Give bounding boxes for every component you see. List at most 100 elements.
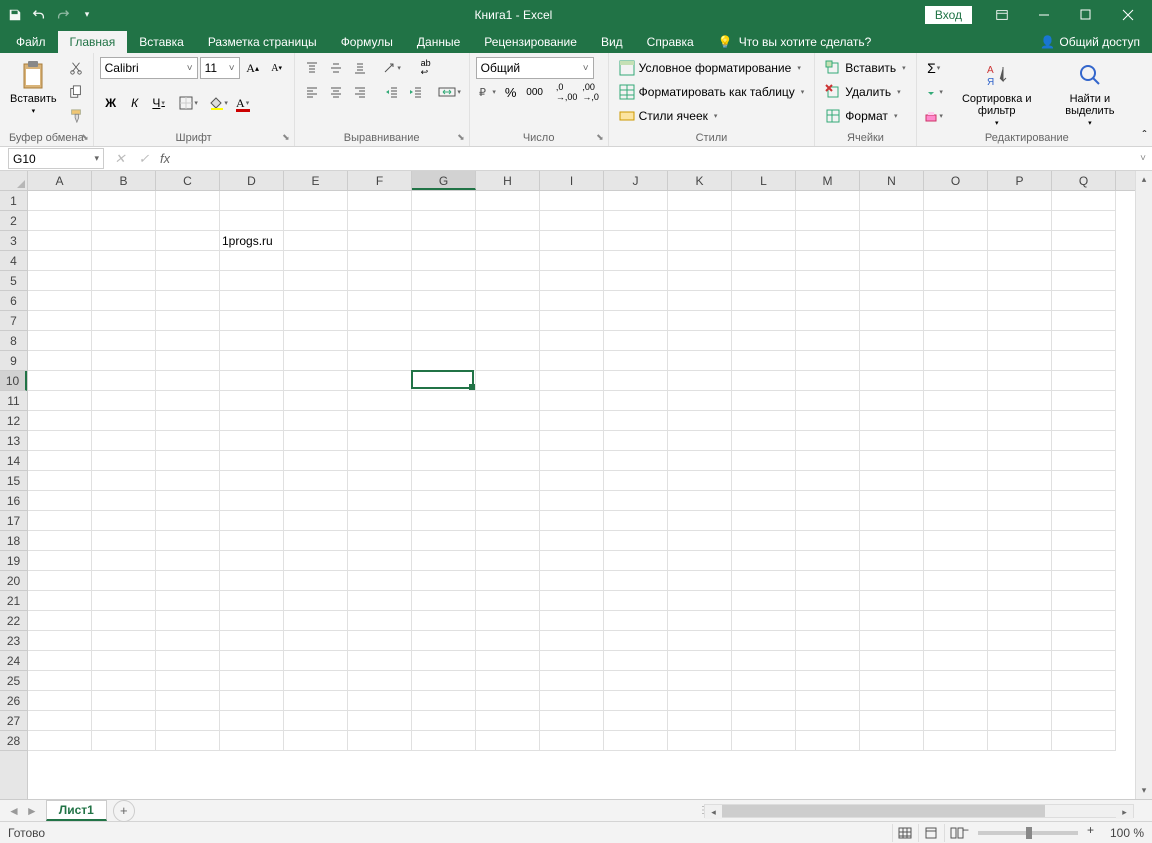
- cell[interactable]: [860, 711, 924, 731]
- cell[interactable]: [540, 511, 604, 531]
- merge-button[interactable]: [437, 81, 463, 103]
- maximize-button[interactable]: [1066, 0, 1106, 29]
- cell[interactable]: [668, 291, 732, 311]
- cell[interactable]: [796, 511, 860, 531]
- cell[interactable]: [348, 211, 412, 231]
- cell[interactable]: [1052, 271, 1116, 291]
- cell[interactable]: [668, 651, 732, 671]
- cell[interactable]: [988, 371, 1052, 391]
- cell[interactable]: [28, 431, 92, 451]
- login-button[interactable]: Вход: [925, 6, 972, 24]
- ribbon-tab-главная[interactable]: Главная: [58, 31, 128, 53]
- cell[interactable]: [284, 511, 348, 531]
- cell[interactable]: [28, 391, 92, 411]
- align-top-button[interactable]: [301, 57, 323, 79]
- cell[interactable]: [988, 531, 1052, 551]
- cell[interactable]: [92, 591, 156, 611]
- cell[interactable]: [348, 311, 412, 331]
- align-right-button[interactable]: [349, 81, 371, 103]
- increase-decimal-button[interactable]: ,0→,00: [556, 81, 578, 103]
- cell[interactable]: [284, 691, 348, 711]
- cell[interactable]: [924, 531, 988, 551]
- cell[interactable]: [540, 551, 604, 571]
- cell[interactable]: [732, 571, 796, 591]
- cell[interactable]: [412, 531, 476, 551]
- cell[interactable]: [476, 231, 540, 251]
- cell[interactable]: [284, 611, 348, 631]
- cell[interactable]: [668, 431, 732, 451]
- cell[interactable]: [988, 711, 1052, 731]
- cell[interactable]: [668, 671, 732, 691]
- cell[interactable]: [1052, 411, 1116, 431]
- cell[interactable]: [796, 271, 860, 291]
- cell[interactable]: [412, 351, 476, 371]
- cell[interactable]: [220, 291, 284, 311]
- cell[interactable]: [988, 451, 1052, 471]
- cell[interactable]: [412, 411, 476, 431]
- cell[interactable]: [476, 531, 540, 551]
- row-header[interactable]: 17: [0, 511, 27, 531]
- cell[interactable]: [988, 731, 1052, 751]
- cell-grid[interactable]: 1progs.ru: [28, 191, 1135, 799]
- cell[interactable]: [924, 411, 988, 431]
- cell[interactable]: [732, 651, 796, 671]
- cell[interactable]: [668, 231, 732, 251]
- cell[interactable]: [156, 371, 220, 391]
- share-button[interactable]: 👤Общий доступ: [1028, 31, 1152, 53]
- cell[interactable]: [156, 431, 220, 451]
- bold-button[interactable]: Ж: [100, 92, 122, 114]
- cell[interactable]: [796, 651, 860, 671]
- cell[interactable]: [732, 691, 796, 711]
- font-name-combo[interactable]: Calibri: [100, 57, 198, 79]
- cell[interactable]: [540, 191, 604, 211]
- cell[interactable]: [924, 471, 988, 491]
- cell[interactable]: [732, 451, 796, 471]
- align-left-button[interactable]: [301, 81, 323, 103]
- cell[interactable]: [28, 231, 92, 251]
- cell[interactable]: [284, 651, 348, 671]
- cell[interactable]: [284, 311, 348, 331]
- cell[interactable]: [220, 671, 284, 691]
- cell[interactable]: [476, 411, 540, 431]
- cell[interactable]: [540, 451, 604, 471]
- cell[interactable]: [476, 211, 540, 231]
- cell[interactable]: [668, 611, 732, 631]
- cell[interactable]: [412, 511, 476, 531]
- cell[interactable]: [348, 571, 412, 591]
- cell[interactable]: [604, 451, 668, 471]
- cell[interactable]: [92, 491, 156, 511]
- cell[interactable]: [412, 431, 476, 451]
- redo-button[interactable]: [52, 4, 74, 26]
- cell[interactable]: [668, 411, 732, 431]
- cell[interactable]: [796, 571, 860, 591]
- cell[interactable]: [604, 711, 668, 731]
- cell[interactable]: [412, 331, 476, 351]
- cell[interactable]: [156, 571, 220, 591]
- cell[interactable]: [348, 731, 412, 751]
- cell[interactable]: [156, 671, 220, 691]
- ribbon-tab-вид[interactable]: Вид: [589, 31, 635, 53]
- cell[interactable]: [540, 371, 604, 391]
- cell[interactable]: [348, 331, 412, 351]
- row-header[interactable]: 8: [0, 331, 27, 351]
- cell[interactable]: [156, 311, 220, 331]
- cell[interactable]: [924, 671, 988, 691]
- cell[interactable]: [796, 431, 860, 451]
- new-sheet-button[interactable]: +: [113, 800, 135, 822]
- cell[interactable]: [668, 211, 732, 231]
- cell[interactable]: [220, 271, 284, 291]
- cell[interactable]: [732, 211, 796, 231]
- cell[interactable]: [348, 291, 412, 311]
- cell[interactable]: [924, 391, 988, 411]
- find-select-button[interactable]: Найти и выделить▾: [1049, 57, 1131, 129]
- cell[interactable]: [796, 711, 860, 731]
- cell[interactable]: [412, 571, 476, 591]
- cell[interactable]: [860, 191, 924, 211]
- cell[interactable]: [988, 551, 1052, 571]
- cell[interactable]: [476, 571, 540, 591]
- cell[interactable]: [540, 471, 604, 491]
- cell[interactable]: [28, 311, 92, 331]
- cell[interactable]: [732, 431, 796, 451]
- cell[interactable]: [668, 371, 732, 391]
- cell[interactable]: [28, 411, 92, 431]
